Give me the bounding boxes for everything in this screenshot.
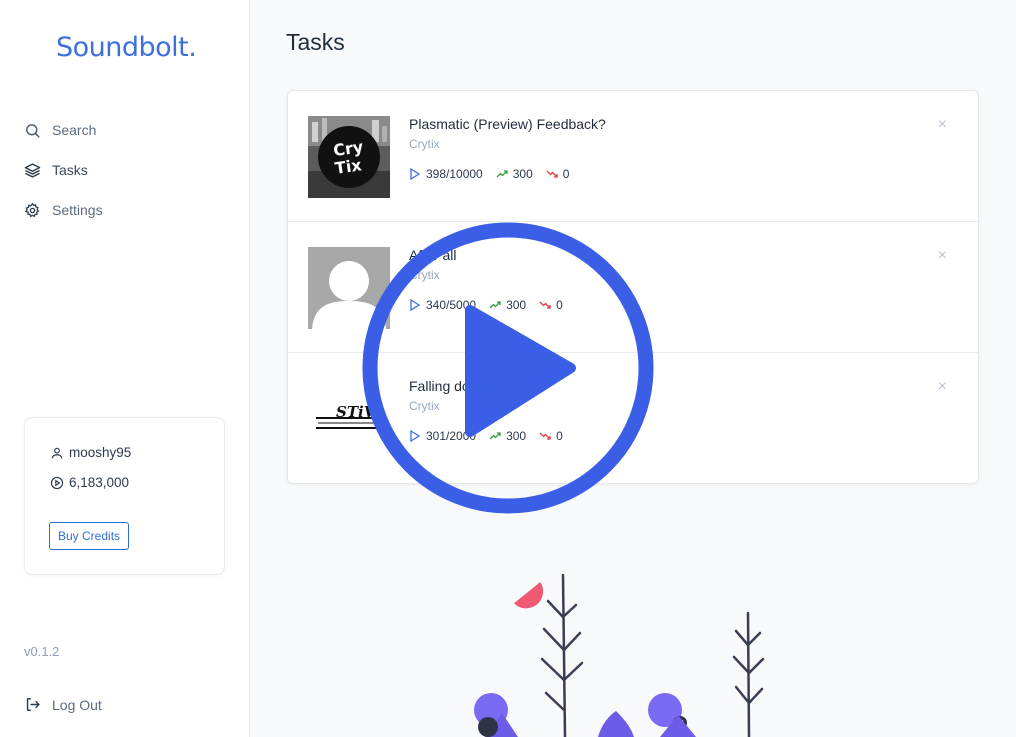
- gear-icon: [24, 202, 40, 217]
- logout-button[interactable]: Log Out: [24, 696, 102, 713]
- sidebar-item-search[interactable]: Search: [24, 120, 103, 140]
- logout-icon: [26, 698, 40, 711]
- sidebar-item-label: Settings: [52, 202, 103, 218]
- up-count: 300: [512, 167, 533, 181]
- sidebar-nav: Search Tasks Settings: [24, 120, 103, 240]
- track-artwork[interactable]: Cry Tix: [308, 116, 390, 198]
- track-artist[interactable]: Crytix: [409, 137, 440, 151]
- sidebar-item-label: Tasks: [52, 162, 88, 178]
- play-circle-icon: [50, 476, 64, 489]
- track-title[interactable]: Plasmatic (Preview) Feedback?: [409, 116, 606, 132]
- trending-up-icon: [496, 170, 508, 178]
- up-stat: 300: [496, 167, 533, 181]
- username: mooshy95: [69, 445, 132, 460]
- buy-credits-button[interactable]: Buy Credits: [49, 522, 130, 550]
- svg-text:Tix: Tix: [334, 155, 364, 178]
- sidebar-item-tasks[interactable]: Tasks: [24, 160, 103, 180]
- trending-down-icon: [546, 170, 558, 178]
- app-logo[interactable]: Soundbolt.: [56, 32, 197, 63]
- credits-balance: 6,183,000: [69, 475, 130, 490]
- layers-icon: [24, 162, 41, 178]
- search-icon: [26, 123, 40, 138]
- user-card: mooshy95 6,183,000 Buy Credits: [24, 417, 225, 575]
- play-video-button[interactable]: [362, 222, 654, 514]
- sidebar-item-settings[interactable]: Settings: [24, 200, 103, 220]
- plays-count: 398/10000: [426, 167, 483, 181]
- remove-task-button[interactable]: ×: [938, 117, 947, 133]
- track-stats: 398/10000 300 0: [409, 167, 582, 181]
- plays-stat: 398/10000: [409, 167, 483, 181]
- username-row: mooshy95: [50, 445, 131, 460]
- credits-row: 6,183,000: [50, 475, 129, 490]
- sidebar: Soundbolt. Search Tasks Settings mooshy9…: [0, 0, 250, 737]
- play-icon: [410, 168, 421, 180]
- user-icon: [51, 447, 63, 458]
- app-version: v0.1.2: [24, 644, 60, 659]
- logout-label: Log Out: [52, 696, 102, 713]
- empty-state-illustration: [474, 573, 765, 737]
- remove-task-button[interactable]: ×: [938, 248, 947, 264]
- down-count: 0: [562, 167, 570, 181]
- page-title: Tasks: [286, 29, 345, 55]
- sidebar-item-label: Search: [52, 122, 97, 138]
- remove-task-button[interactable]: ×: [938, 379, 947, 395]
- task-row: Cry Tix Plasmatic (Preview) Feedback? Cr…: [288, 91, 978, 222]
- down-stat: 0: [546, 167, 570, 181]
